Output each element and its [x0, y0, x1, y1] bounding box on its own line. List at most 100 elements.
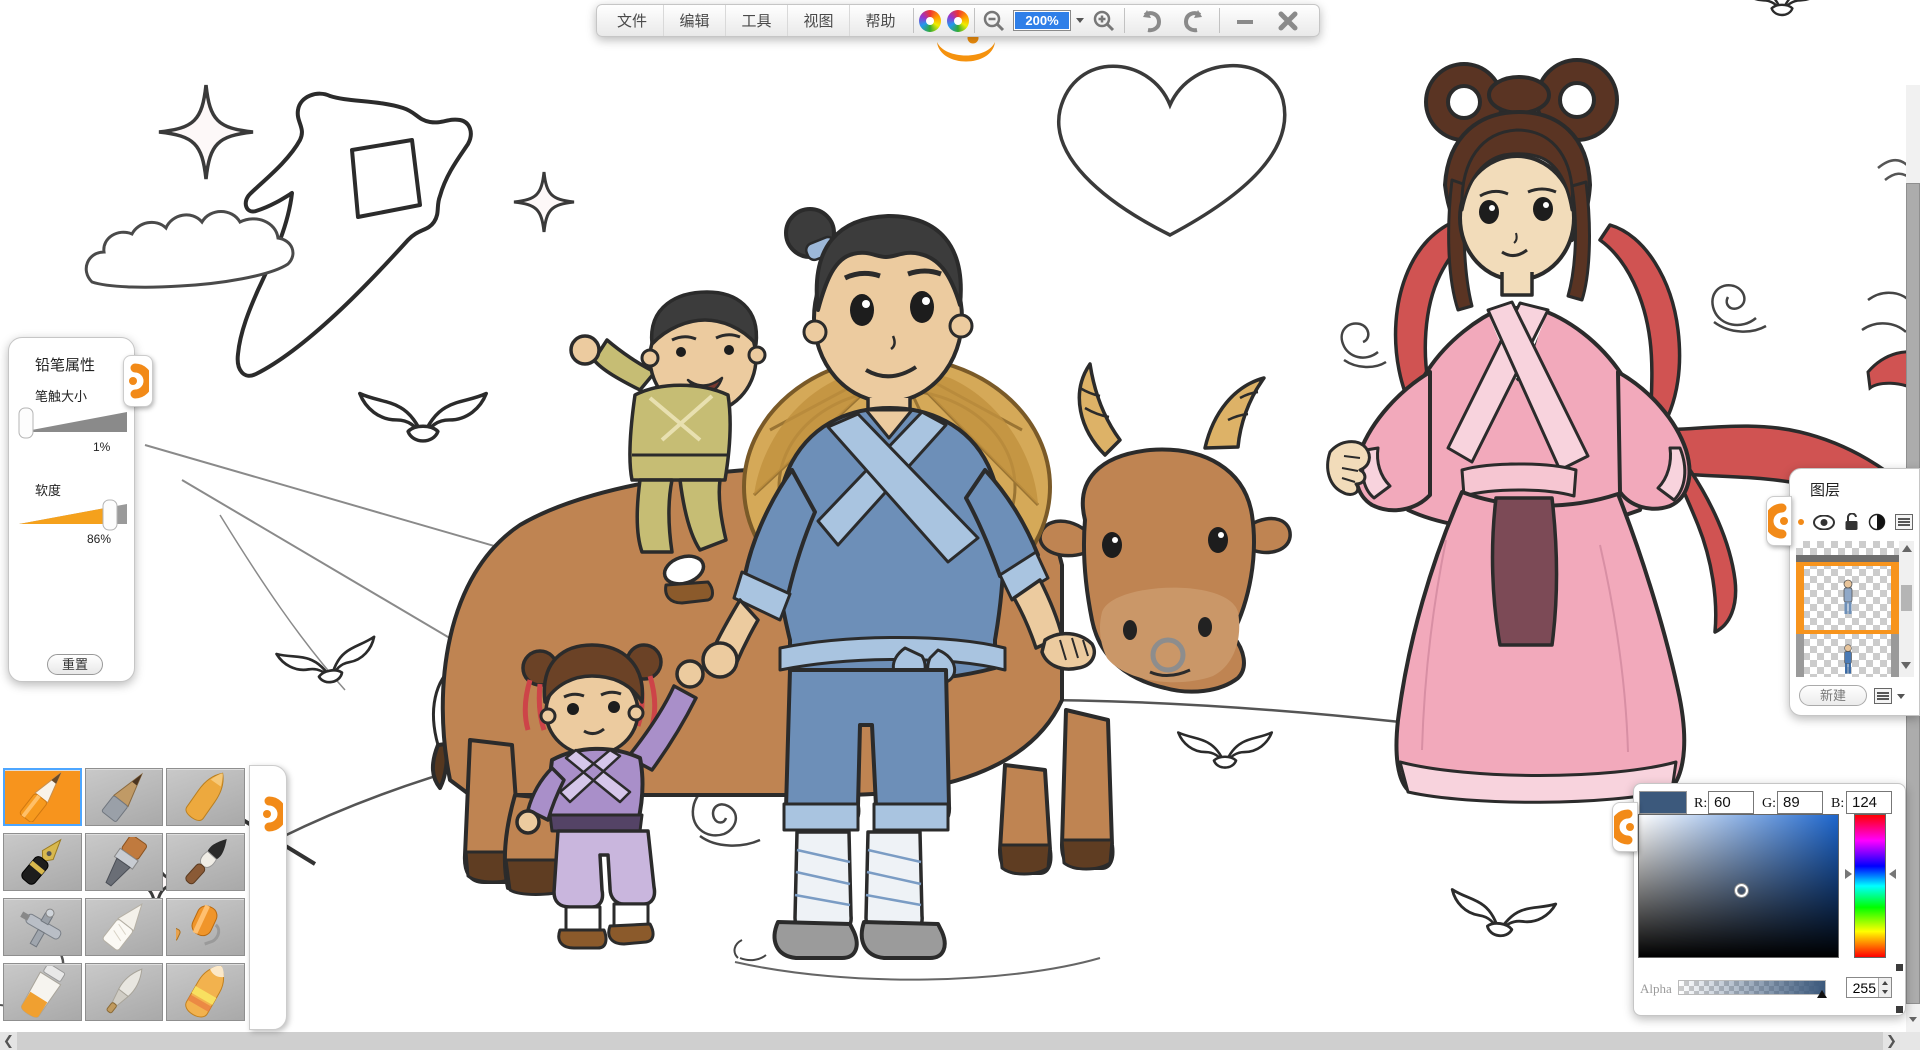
zoom-in-button[interactable]	[1086, 5, 1122, 36]
blend-half-circle-icon[interactable]	[1868, 513, 1886, 531]
layers-panel: 图层 新建	[1789, 468, 1920, 716]
softness-handle[interactable]	[103, 500, 117, 530]
menu-edit[interactable]: 编辑	[663, 5, 725, 36]
softness-value: 86%	[87, 532, 111, 546]
panel-resize-dot[interactable]	[1896, 1006, 1903, 1013]
tool-pencil[interactable]	[3, 768, 82, 826]
blender-knife-icon	[94, 967, 154, 1017]
layers-scrollbar[interactable]	[1899, 541, 1914, 677]
undo-button[interactable]	[1127, 5, 1172, 36]
menu-view[interactable]: 视图	[787, 5, 849, 36]
tool-crayon[interactable]	[166, 768, 245, 826]
close-button[interactable]	[1267, 5, 1309, 36]
alpha-label: Alpha	[1640, 981, 1672, 997]
saturation-value-square[interactable]	[1638, 814, 1839, 958]
color-marker[interactable]	[1735, 884, 1748, 897]
layers-scroll-thumb[interactable]	[1901, 585, 1912, 611]
menu-tools[interactable]: 工具	[725, 5, 787, 36]
softness-slider[interactable]	[17, 496, 129, 536]
zoom-out-button[interactable]	[977, 5, 1011, 36]
new-layer-button[interactable]: 新建	[1799, 685, 1867, 706]
zoom-level-combo[interactable]: 200%	[1013, 10, 1071, 31]
tool-paper-stump[interactable]	[85, 898, 164, 956]
layer-thumbnail-figure	[1840, 578, 1856, 618]
layers-menu-icon[interactable]	[1895, 514, 1913, 530]
tool-paint-tube[interactable]	[3, 963, 82, 1021]
alpha-marker[interactable]	[1817, 990, 1827, 998]
tool-eraser-pastel[interactable]	[166, 963, 245, 1021]
alpha-value-input[interactable]	[1847, 978, 1878, 997]
main-toolbar: 文件 编辑 工具 视图 帮助 200%	[596, 4, 1320, 37]
alpha-spinner[interactable]	[1878, 978, 1891, 997]
hue-bar[interactable]	[1854, 814, 1886, 958]
layers-scroll-down[interactable]	[1901, 662, 1911, 669]
paint-roller-icon	[176, 901, 236, 953]
blue-label: B:	[1831, 796, 1844, 812]
lock-open-icon[interactable]	[1844, 513, 1859, 531]
layer-thumbnail-figure	[1841, 643, 1855, 677]
hue-marker-right[interactable]	[1889, 869, 1896, 879]
palette-collapse-handle[interactable]	[258, 790, 286, 838]
layers-list[interactable]	[1796, 541, 1899, 677]
tool-paint-roller[interactable]	[166, 898, 245, 956]
clown-left-eye-icon[interactable]	[916, 5, 944, 36]
tool-flat-brush[interactable]	[85, 833, 164, 891]
minimize-button[interactable]	[1222, 5, 1267, 36]
layers-panel-title: 图层	[1810, 479, 1840, 500]
brush-size-value: 1%	[93, 440, 110, 454]
layer-item-selected[interactable]	[1796, 562, 1899, 634]
zoom-level-value[interactable]: 200%	[1015, 12, 1069, 29]
menu-help[interactable]: 帮助	[849, 5, 911, 36]
wood-pencil-icon	[94, 772, 154, 822]
green-value-input[interactable]	[1777, 791, 1823, 814]
paint-tube-icon	[12, 966, 72, 1018]
pencil-properties-panel: 铅笔属性 笔触大小 1% 软度 86% 重置	[8, 337, 135, 682]
visibility-eye-icon[interactable]	[1813, 515, 1835, 530]
layers-panel-collapse-handle[interactable]	[1766, 496, 1792, 546]
ink-brush-icon	[176, 837, 236, 887]
reset-button[interactable]: 重置	[47, 654, 103, 675]
brush-size-slider[interactable]	[17, 404, 129, 444]
zoom-dropdown-button[interactable]	[1073, 5, 1086, 36]
brush-size-handle[interactable]	[19, 408, 33, 438]
brush-size-label: 笔触大小	[35, 386, 87, 405]
vertical-scroll-down[interactable]	[1906, 1008, 1920, 1030]
color-panel-collapse-handle[interactable]	[1612, 802, 1638, 852]
layers-indicator-dot	[1798, 519, 1804, 525]
canvas-artwork[interactable]	[0, 0, 1920, 1050]
heart-outline	[1059, 66, 1285, 235]
tool-ink-brush[interactable]	[166, 833, 245, 891]
horizontal-scrollbar[interactable]: ❮ ❯	[0, 1032, 1920, 1050]
horizontal-scroll-right[interactable]: ❯	[1883, 1032, 1900, 1050]
layers-scroll-up[interactable]	[1902, 545, 1912, 552]
tool-palette	[3, 768, 248, 1030]
red-value-input[interactable]	[1708, 791, 1754, 814]
tool-blender-knife[interactable]	[85, 963, 164, 1021]
tool-fountain-pen[interactable]	[3, 833, 82, 891]
flat-brush-icon	[94, 837, 154, 887]
clown-right-eye-icon[interactable]	[944, 5, 972, 36]
clown-smile-icon	[937, 42, 995, 62]
tool-wood-pencil[interactable]	[85, 768, 164, 826]
green-label: G:	[1762, 796, 1776, 812]
toolbar-separator	[974, 8, 975, 33]
pencil-panel-collapse-handle[interactable]	[123, 355, 153, 407]
toolbar-separator	[1219, 8, 1220, 33]
alpha-bar[interactable]	[1678, 980, 1826, 995]
redo-button[interactable]	[1172, 5, 1217, 36]
panel-resize-dot[interactable]	[1896, 964, 1903, 971]
toolbar-separator	[913, 8, 914, 33]
hue-marker-left[interactable]	[1845, 869, 1852, 879]
crayon-icon	[176, 772, 236, 822]
layer-options-caret[interactable]	[1897, 694, 1905, 699]
scrollbar-corner	[1900, 1032, 1920, 1050]
blue-value-input[interactable]	[1846, 791, 1892, 814]
tool-airbrush[interactable]	[3, 898, 82, 956]
horizontal-scroll-left[interactable]: ❮	[0, 1032, 17, 1050]
paper-stump-icon	[94, 902, 154, 952]
pencil-icon	[12, 772, 72, 822]
layer-options-icon[interactable]	[1874, 688, 1892, 704]
color-picker-panel: R: G: B: Alpha	[1633, 783, 1906, 1016]
layer-item[interactable]	[1796, 634, 1899, 677]
menu-file[interactable]: 文件	[601, 5, 663, 36]
